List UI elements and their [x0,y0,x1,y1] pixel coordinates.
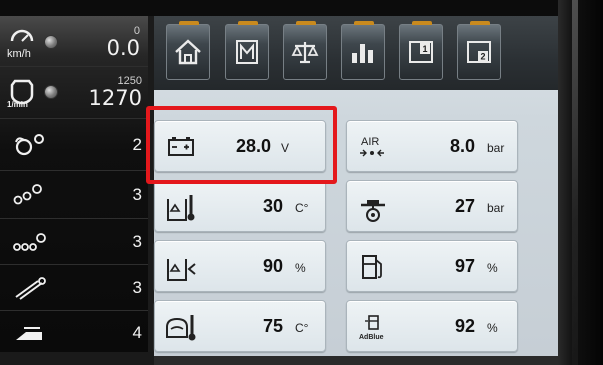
tab-machine[interactable] [225,21,269,80]
adblue-tile[interactable]: AdBlue 92 % [346,300,518,352]
divider [0,170,148,171]
fuel-tile[interactable]: 97 % [346,240,518,292]
coolant-level-icon [167,259,196,281]
fuel-icon [362,255,382,279]
rpm-led [44,85,58,99]
oil-temp-value: 75 [262,316,283,336]
status-row-circles: 3 [0,172,148,218]
header-value: 4 [132,323,142,342]
divider [0,264,148,265]
status-column: km/h 0 0.0 1/min 1250 1270 2 3 3 3 4 [0,16,154,352]
circles-value: 3 [132,185,142,204]
status-row-conveyor: 3 [0,266,148,310]
air-pressure-tile[interactable]: AIR 8.0 bar [346,120,518,172]
oil-temp-tile[interactable]: 75 C° [154,300,326,352]
speed-row: km/h 0 0.0 [0,22,148,62]
adblue-level-unit: % [487,321,498,335]
fuel-level-value: 97 [454,256,475,276]
left-bottom-edge [0,352,154,365]
tab-home[interactable] [166,21,210,80]
bottom-edge [154,356,558,365]
page-1-label: 1 [423,44,428,54]
coolant-temp-tile[interactable]: 30 C° [154,180,326,232]
page-2-label: 2 [481,52,486,62]
rotor-icon [15,134,44,156]
oil-temp-unit: C° [295,321,309,335]
adblue-label: AdBlue [359,334,384,341]
oil-pressure-icon [361,200,385,222]
divider [0,310,148,311]
scale-balance-icon [291,42,319,64]
speed-unit: km/h [7,48,31,59]
speed-setpoint: 0 [133,24,140,37]
coolant-temp-icon [167,195,195,221]
adblue-level-value: 92 [454,316,475,336]
conveyor-value: 3 [132,278,142,297]
header-cutter-icon [16,327,42,340]
top-bezel [0,0,603,16]
oil-pressure-value: 27 [454,196,475,216]
divider [0,218,148,219]
page-1-icon: 1 [409,41,433,63]
speedometer-icon: km/h [7,29,34,59]
adblue-icon: AdBlue [359,315,384,341]
speed-led [44,35,58,49]
oil-pressure-tile[interactable]: 27 bar [346,180,518,232]
machine-menu-icon [236,40,258,64]
rpm-row: 1/min 1250 1270 [0,70,148,114]
coolant-level-tile[interactable]: 90 % [154,240,326,292]
coolant-temp-unit: C° [295,201,309,215]
rpm-setpoint: 1250 [117,74,142,87]
right-bezel [558,0,603,365]
selection-highlight [146,106,337,184]
tab-statistics[interactable] [341,21,385,80]
air-pressure-value: 8.0 [449,136,475,156]
tab-balance[interactable] [283,21,327,80]
rpm-value: 1270 [88,85,142,110]
bar-chart-icon [352,44,373,63]
home-icon [175,39,201,65]
oil-pressure-unit: bar [487,201,505,215]
oil-temp-icon [166,315,196,341]
rpm-unit: 1/min [7,100,28,109]
page-2-icon: 2 [467,41,491,63]
status-row-header: 4 [0,312,148,354]
air-pressure-unit: bar [487,141,505,155]
status-row-four-circles: 3 [0,220,148,264]
three-circles-icon [13,184,42,205]
dashboard-display: km/h 0 0.0 1/min 1250 1270 2 3 3 3 4 1 2… [0,0,603,365]
four-circles-value: 3 [132,232,142,251]
coolant-level-unit: % [295,261,306,275]
coolant-level-value: 90 [262,256,283,276]
tab-screen-2[interactable]: 2 [457,21,501,80]
divider [0,118,148,119]
air-label: AIR [361,136,379,148]
status-row-rotor: 2 [0,120,148,170]
divider [0,66,148,67]
tab-screen-1[interactable]: 1 [399,21,443,80]
engine-rpm-icon: 1/min [7,79,34,109]
speed-value: 0.0 [106,35,140,60]
fuel-level-unit: % [487,261,498,275]
four-circles-icon [13,233,46,251]
conveyor-icon [15,277,46,300]
air-pressure-icon: AIR [360,136,384,157]
coolant-temp-value: 30 [262,196,283,216]
